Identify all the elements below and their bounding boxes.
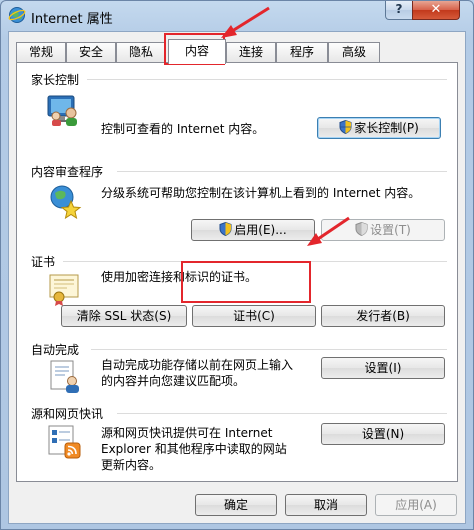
autocomplete-description-line2: 的内容并向您建议匹配项。	[101, 374, 246, 388]
content-advisor-description: 分级系统可帮助您控制在该计算机上看到的 Internet 内容。	[101, 186, 421, 200]
feeds-settings-button[interactable]: 设置(N)	[321, 423, 445, 445]
certificate-icon	[49, 274, 79, 306]
uac-shield-icon	[355, 222, 368, 236]
divider	[91, 349, 447, 350]
divider	[87, 79, 447, 80]
content-tab-panel: 家长控制 控制可查看的 Internet 内容。 家长控制(P) 内容审查程序 …	[16, 62, 458, 482]
tab-privacy[interactable]: 隐私	[116, 42, 166, 63]
content-advisor-settings-button[interactable]: 设置(T)	[321, 219, 445, 241]
divider	[117, 413, 447, 414]
feeds-header: 源和网页快讯	[31, 407, 104, 421]
autocomplete-settings-button[interactable]: 设置(I)	[321, 357, 445, 379]
feeds-description-line2: Explorer 和其他程序中读取的网站	[101, 442, 287, 456]
divider	[63, 261, 447, 262]
ok-button[interactable]: 确定	[195, 494, 277, 516]
settings-button-label: 设置(T)	[370, 223, 411, 237]
tab-connections[interactable]: 连接	[226, 42, 276, 63]
autocomplete-icon	[50, 360, 79, 393]
parental-controls-header: 家长控制	[31, 73, 80, 87]
publishers-button[interactable]: 发行者(B)	[321, 305, 445, 327]
feeds-description-line3: 更新内容。	[101, 458, 162, 472]
autocomplete-description-line1: 自动完成功能存储以前在网页上输入	[101, 358, 294, 372]
parental-controls-description: 控制可查看的 Internet 内容。	[101, 122, 265, 136]
tab-programs[interactable]: 程序	[276, 42, 328, 63]
enable-button-label: 启用(E)...	[234, 223, 287, 237]
divider	[117, 171, 447, 172]
parental-controls-icon	[47, 95, 77, 126]
content-advisor-star-icon	[50, 185, 82, 219]
window-title: Internet 属性	[31, 12, 113, 27]
dialog-body: 常规 安全 隐私 内容 连接 程序 高级 家长控制 控制可查看的 Interne…	[8, 31, 466, 524]
parental-controls-button[interactable]: 家长控制(P)	[317, 117, 441, 139]
feeds-icon	[48, 425, 81, 459]
internet-properties-window: Internet 属性 ? ✕ 常规 安全 隐私 内容 连接 程序 高级 家长控…	[0, 0, 474, 530]
tab-advanced[interactable]: 高级	[328, 42, 380, 63]
autocomplete-header: 自动完成	[31, 343, 80, 357]
title-bar[interactable]: Internet 属性 ? ✕	[1, 1, 473, 31]
tab-general[interactable]: 常规	[16, 42, 66, 63]
close-button[interactable]: ✕	[412, 1, 460, 20]
certificates-header: 证书	[31, 255, 56, 269]
certificates-description: 使用加密连接和标识的证书。	[101, 270, 258, 284]
uac-shield-icon	[339, 120, 352, 134]
parental-controls-button-label: 家长控制(P)	[354, 121, 419, 135]
content-advisor-header: 内容审查程序	[31, 165, 104, 179]
cancel-button[interactable]: 取消	[285, 494, 367, 516]
help-button[interactable]: ?	[385, 1, 413, 20]
tab-content[interactable]: 内容	[168, 39, 226, 64]
certificates-button[interactable]: 证书(C)	[192, 305, 316, 327]
clear-ssl-state-button[interactable]: 清除 SSL 状态(S)	[61, 305, 187, 327]
apply-button[interactable]: 应用(A)	[375, 494, 457, 516]
internet-globe-icon	[8, 7, 26, 23]
tab-security[interactable]: 安全	[66, 42, 116, 63]
enable-content-advisor-button[interactable]: 启用(E)...	[191, 219, 315, 241]
uac-shield-icon	[219, 222, 232, 236]
feeds-description-line1: 源和网页快讯提供可在 Internet	[101, 426, 273, 440]
